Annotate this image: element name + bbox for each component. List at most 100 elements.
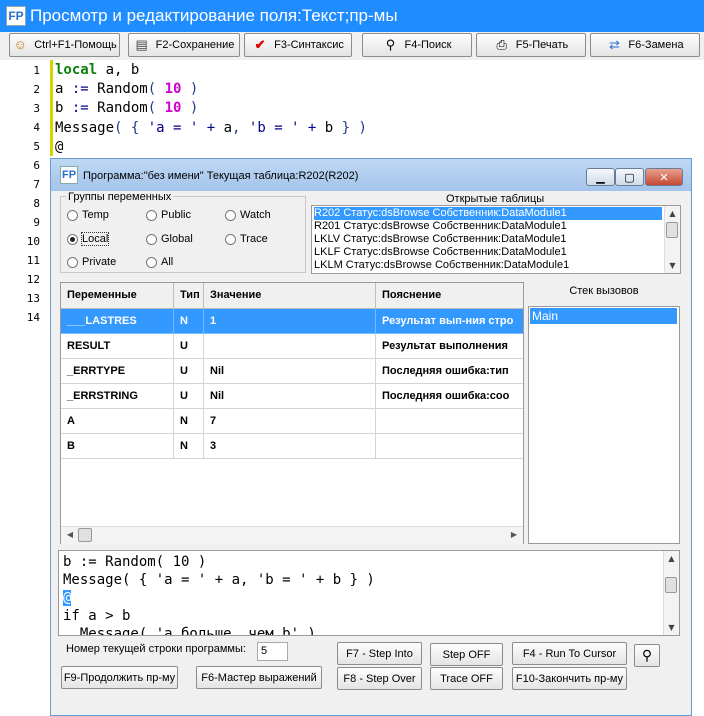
replace-icon: ⇄ [608, 37, 620, 52]
window-title-bar[interactable]: FP Просмотр и редактирование поля:Текст;… [0, 0, 704, 32]
table-cell[interactable] [376, 434, 523, 459]
minimize-button[interactable]: ▁ [586, 168, 615, 186]
table-cell[interactable]: Последняя ошибка:соо [376, 384, 523, 409]
print-button[interactable]: ⎙ F5-Печать [476, 33, 586, 57]
grid-horizontal-scrollbar[interactable]: ◀ ▶ [61, 526, 523, 544]
table-cell[interactable]: A [61, 409, 174, 434]
table-cell[interactable]: _ERRSTRING [61, 384, 174, 409]
variable-groups-label: Группы переменных [66, 191, 174, 203]
list-item[interactable]: LKLF Статус:dsBrowse Собственник:DataMod… [314, 246, 662, 259]
save-icon: ▤ [135, 37, 148, 52]
table-cell[interactable]: U [174, 334, 204, 359]
code-line-2[interactable]: a := Random( 10 ) [55, 81, 198, 97]
table-cell[interactable]: 7 [204, 409, 376, 434]
column-header-value[interactable]: Значение [204, 283, 376, 309]
table-cell[interactable] [376, 409, 523, 434]
radio-circle-icon [225, 209, 236, 221]
open-tables-scrollbar[interactable]: ▲ ▼ [664, 206, 680, 273]
code-line-1[interactable]: local a, b [55, 62, 139, 78]
radio-all[interactable]: All [146, 256, 173, 268]
table-cell[interactable]: U [174, 384, 204, 409]
radio-global[interactable]: Global [146, 233, 193, 245]
column-header-variables[interactable]: Переменные [61, 283, 174, 309]
scroll-up-icon[interactable]: ▲ [664, 551, 679, 566]
current-line-input[interactable]: 5 [257, 642, 288, 661]
table-cell[interactable]: N [174, 434, 204, 459]
table-cell[interactable]: Результат вып-ния стро [376, 309, 523, 334]
maximize-button[interactable]: ▢ [615, 168, 644, 186]
scroll-down-icon[interactable]: ▼ [664, 620, 679, 635]
table-cell[interactable] [204, 334, 376, 359]
table-cell[interactable]: Последняя ошибка:тип [376, 359, 523, 384]
expression-master-button[interactable]: F6-Мастер выражений [196, 666, 322, 689]
table-cell[interactable]: Nil [204, 359, 376, 384]
list-item[interactable]: LKLM Статус:dsBrowse Собственник:DataMod… [314, 259, 662, 272]
table-cell[interactable]: RESULT [61, 334, 174, 359]
preview-scrollbar[interactable]: ▲ ▼ [663, 551, 679, 635]
table-cell[interactable]: U [174, 359, 204, 384]
call-stack-list[interactable] [528, 306, 680, 544]
table-cell[interactable]: ___LASTRES [61, 309, 174, 334]
column-header-description[interactable]: Пояснение [376, 283, 523, 309]
magnifier-icon: ⚲ [385, 37, 396, 52]
code-line-4[interactable]: Message( { 'a = ' + a, 'b = ' + b } ) [55, 120, 367, 136]
save-button[interactable]: ▤ F2-Сохранение [128, 33, 240, 57]
table-cell[interactable]: 3 [204, 434, 376, 459]
debugger-title: Программа:"без имени" Текущая таблица:R2… [83, 170, 359, 182]
inspect-button[interactable]: ⚲ [634, 644, 660, 667]
list-item[interactable]: R201 Статус:dsBrowse Собственник:DataMod… [314, 220, 662, 233]
finish-program-button[interactable]: F10-Закончить пр-му [512, 667, 627, 690]
list-item[interactable]: R202 Статус:dsBrowse Собственник:DataMod… [314, 207, 662, 220]
step-over-button[interactable]: F8 - Step Over [337, 667, 422, 690]
radio-circle-icon [225, 233, 236, 245]
code-line-5[interactable]: @ [55, 139, 63, 155]
radio-private[interactable]: Private [67, 256, 116, 268]
minimize-icon: ▁ [596, 170, 605, 184]
scroll-up-icon[interactable]: ▲ [665, 206, 680, 221]
maximize-icon: ▢ [624, 170, 635, 184]
search-button[interactable]: ⚲ F4-Поиск [362, 33, 472, 57]
radio-circle-icon [146, 233, 157, 245]
call-stack-item[interactable]: Main [530, 308, 677, 324]
step-into-button[interactable]: F7 - Step Into [337, 642, 422, 665]
radio-circle-icon [146, 209, 157, 221]
scroll-down-icon[interactable]: ▼ [665, 258, 680, 273]
open-tables-list[interactable]: R202 Статус:dsBrowse Собственник:DataMod… [311, 205, 681, 274]
radio-trace[interactable]: Trace [225, 233, 268, 245]
help-button[interactable]: ☺ Ctrl+F1-Помощь [9, 33, 120, 57]
table-cell[interactable]: Nil [204, 384, 376, 409]
table-cell[interactable]: 1 [204, 309, 376, 334]
line-number: 5 [33, 140, 40, 153]
scroll-thumb[interactable] [666, 222, 678, 238]
close-button[interactable]: ✕ [645, 168, 683, 186]
table-cell[interactable]: N [174, 309, 204, 334]
table-cell[interactable]: B [61, 434, 174, 459]
code-preview[interactable]: b := Random( 10 ) Message( { 'a = ' + a,… [58, 550, 680, 636]
continue-button[interactable]: F9-Продолжить пр-му [61, 666, 178, 689]
table-cell[interactable]: N [174, 409, 204, 434]
preview-line: if a > b [63, 608, 131, 624]
list-item[interactable]: LKLV Статус:dsBrowse Собственник:DataMod… [314, 233, 662, 246]
radio-watch[interactable]: Watch [225, 209, 271, 221]
radio-public[interactable]: Public [146, 209, 191, 221]
variables-grid[interactable]: Переменные Тип Значение Пояснение ___LAS… [60, 282, 524, 544]
step-off-button[interactable]: Step OFF [430, 643, 503, 666]
preview-line: Message( 'a больше, чем b' ) [63, 626, 316, 636]
trace-off-button[interactable]: Trace OFF [430, 667, 503, 690]
table-cell[interactable]: Результат выполнения [376, 334, 523, 359]
table-cell[interactable]: _ERRTYPE [61, 359, 174, 384]
replace-button[interactable]: ⇄ F6-Замена [590, 33, 700, 57]
code-line-3[interactable]: b := Random( 10 ) [55, 100, 198, 116]
scroll-left-icon[interactable]: ◀ [63, 528, 77, 542]
scroll-thumb[interactable] [665, 577, 677, 593]
column-header-type[interactable]: Тип [174, 283, 204, 309]
radio-local[interactable]: Local [67, 232, 110, 246]
radio-temp[interactable]: Temp [67, 209, 109, 221]
debugger-logo-icon: FP [60, 166, 78, 184]
scroll-right-icon[interactable]: ▶ [507, 528, 521, 542]
run-to-cursor-button[interactable]: F4 - Run To Cursor [512, 642, 627, 665]
syntax-button[interactable]: ✔ F3-Синтаксис [244, 33, 352, 57]
line-number: 10 [26, 235, 40, 248]
line-number: 2 [33, 83, 40, 96]
scroll-thumb[interactable] [78, 528, 92, 542]
